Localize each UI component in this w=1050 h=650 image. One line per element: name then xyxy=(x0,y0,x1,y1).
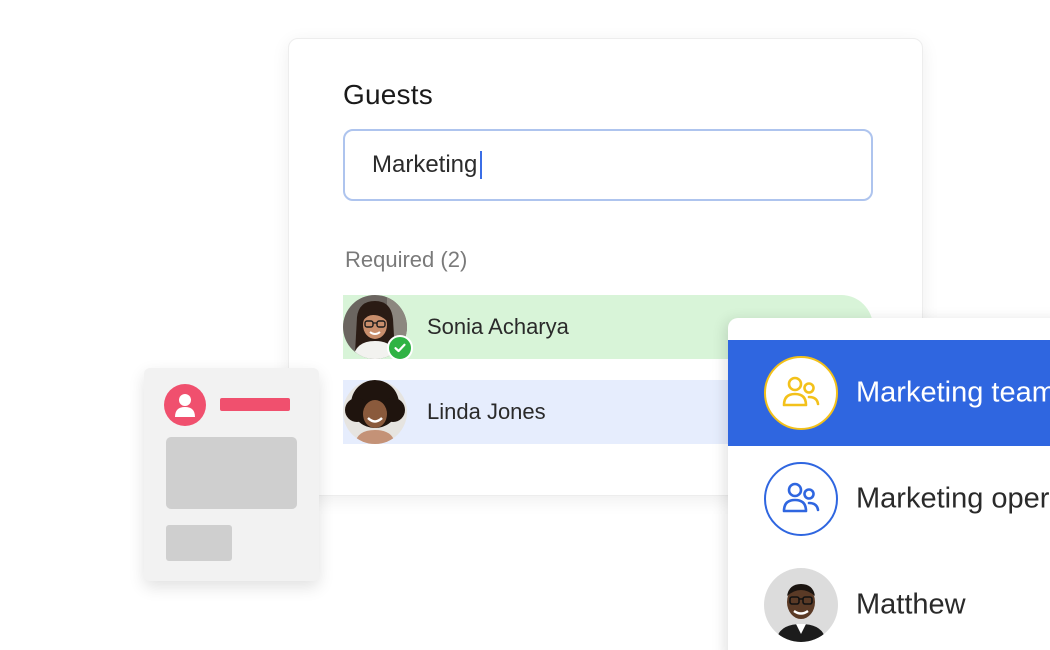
placeholder-button-block xyxy=(166,525,232,561)
suggestion-marketing-team[interactable]: Marketing team xyxy=(728,340,1050,446)
avatar xyxy=(764,568,838,642)
avatar xyxy=(343,380,407,444)
placeholder-content-block xyxy=(166,437,297,509)
guest-name: Linda Jones xyxy=(427,399,546,424)
group-icon xyxy=(764,462,838,536)
placeholder-title-line xyxy=(220,398,290,411)
guest-search-input[interactable]: Marketing xyxy=(343,129,873,201)
required-section-label: Required (2) xyxy=(345,247,468,272)
group-icon xyxy=(764,356,838,430)
placeholder-profile-card xyxy=(144,368,319,581)
suggestion-label: Matthew xyxy=(856,588,966,621)
guest-name: Sonia Acharya xyxy=(427,314,569,339)
suggestion-marketing-operations[interactable]: Marketing operations xyxy=(728,446,1050,552)
suggestion-label: Marketing team xyxy=(856,376,1050,409)
suggestion-matthew[interactable]: Matthew xyxy=(728,552,1050,650)
guests-title: Guests xyxy=(343,79,433,110)
person-icon xyxy=(164,384,206,426)
check-icon xyxy=(387,335,413,361)
search-input-value: Marketing xyxy=(372,151,478,178)
text-caret xyxy=(480,151,483,179)
suggestions-dropdown: Marketing team Marketing operations xyxy=(728,318,1050,650)
suggestion-label: Marketing operations xyxy=(856,482,1050,515)
